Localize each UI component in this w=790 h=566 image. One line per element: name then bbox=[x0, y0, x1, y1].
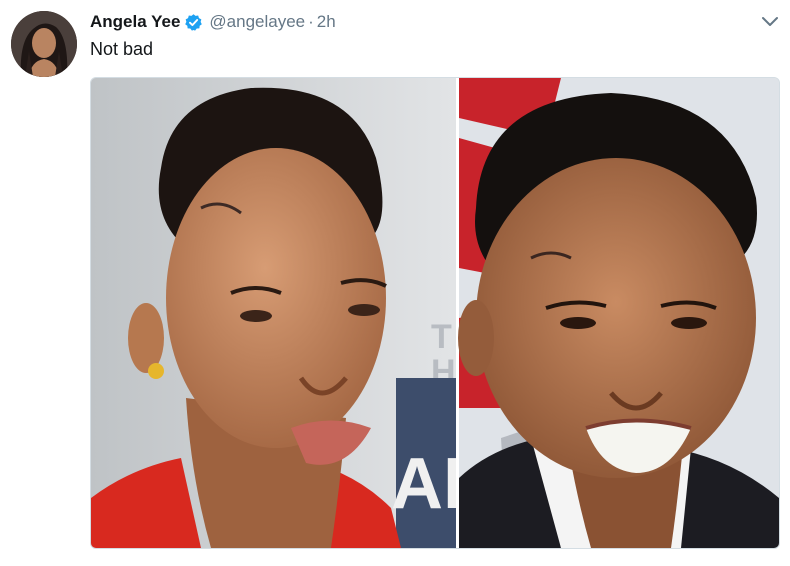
avatar-image bbox=[11, 11, 77, 77]
tweet-timestamp[interactable]: 2h bbox=[317, 12, 336, 32]
author-name[interactable]: Angela Yee bbox=[90, 12, 180, 32]
tweet-media-image[interactable]: T H AME bbox=[90, 77, 780, 549]
tweet-header: Angela Yee @angelayee · 2h bbox=[90, 10, 336, 34]
verified-badge-icon bbox=[184, 13, 203, 32]
avatar[interactable] bbox=[11, 11, 77, 77]
header-separator: · bbox=[308, 12, 314, 31]
author-handle[interactable]: @angelayee bbox=[209, 12, 305, 32]
chevron-down-icon[interactable] bbox=[760, 14, 780, 30]
tweet-card[interactable]: Angela Yee @angelayee · 2h Not bad T H bbox=[0, 0, 790, 566]
tweet-text: Not bad bbox=[90, 39, 154, 59]
bg-letter: T bbox=[431, 318, 452, 356]
photo-collage: T H AME bbox=[91, 78, 779, 548]
